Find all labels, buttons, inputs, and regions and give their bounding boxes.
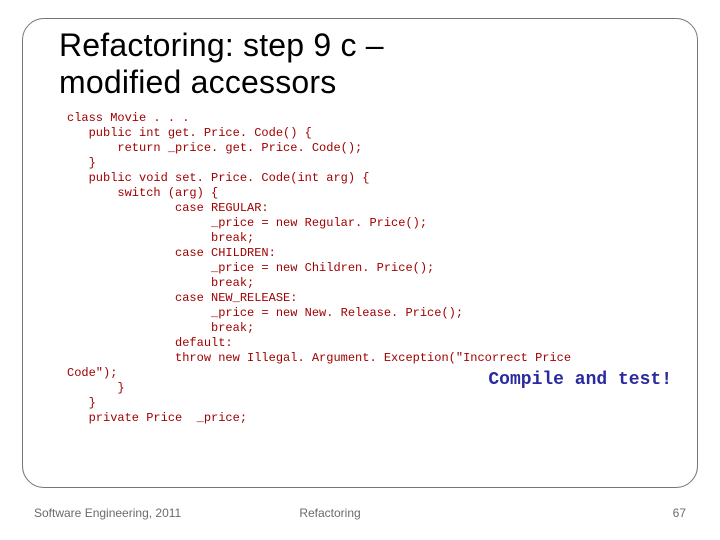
- footer-center-text: Refactoring: [299, 506, 360, 520]
- content-frame: Refactoring: step 9 c – modified accesso…: [22, 18, 698, 488]
- slide: Refactoring: step 9 c – modified accesso…: [0, 0, 720, 540]
- title-line-1: Refactoring: step 9 c –: [59, 27, 384, 63]
- slide-title: Refactoring: step 9 c – modified accesso…: [59, 27, 669, 101]
- title-line-2: modified accessors: [59, 64, 337, 100]
- callout-box: Compile and test!: [488, 370, 672, 390]
- footer-page-number: 67: [673, 506, 686, 520]
- footer-center: Refactoring: [0, 506, 720, 520]
- callout-text: Compile and test!: [488, 370, 672, 390]
